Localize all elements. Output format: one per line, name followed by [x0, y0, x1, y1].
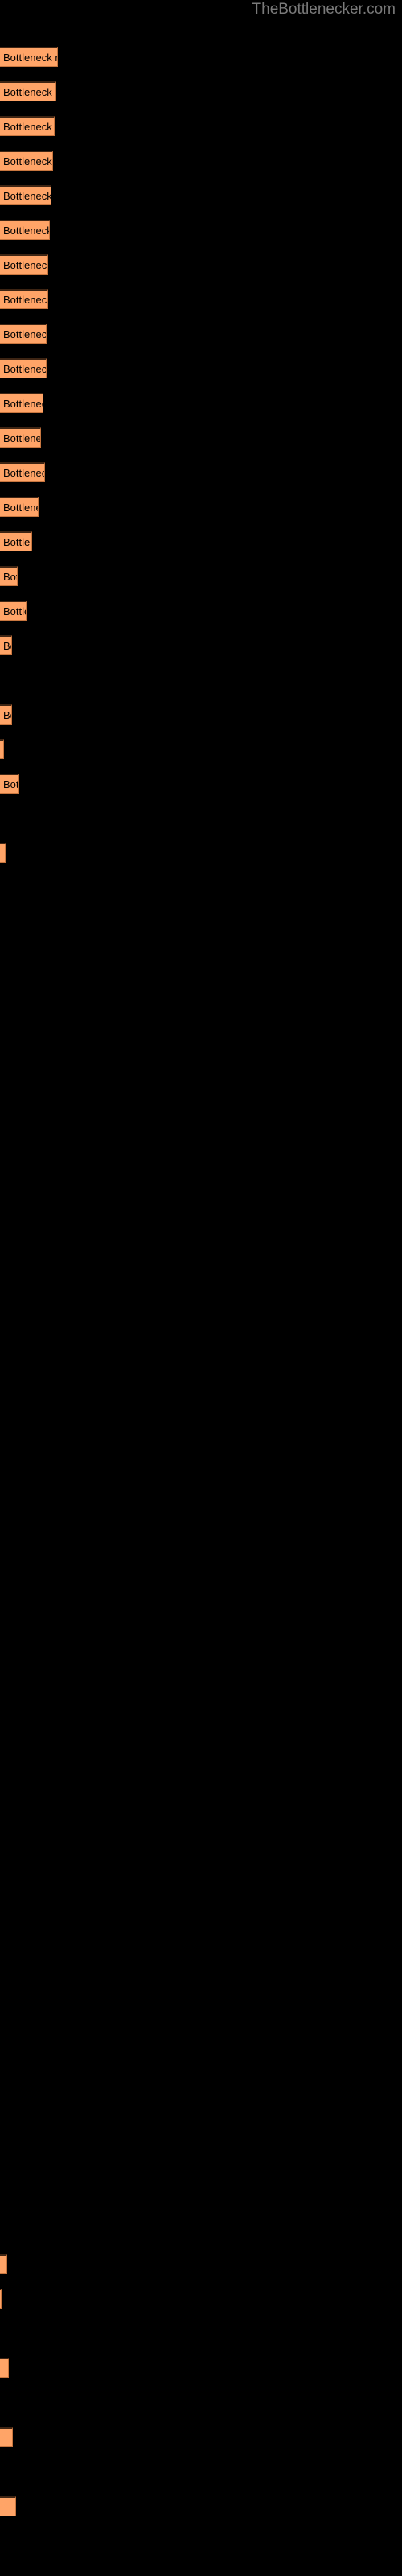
bar [0, 843, 6, 863]
bar [0, 2427, 13, 2447]
bar-label: Bottleneck resu [3, 294, 48, 306]
bar-row: Bottleneck resu [0, 358, 402, 378]
bar-row: Bott [0, 566, 402, 586]
bar-label: Bottleneck resu [3, 328, 47, 341]
bar: Bottleneck result [0, 47, 58, 67]
bar: Bottleneck resul [0, 185, 51, 205]
bar: Bo [0, 635, 12, 655]
bar: Bottleneck resu [0, 254, 48, 275]
bar: Bottleneck re [0, 427, 41, 448]
bar-row: Bo [0, 704, 402, 724]
bar-row: Bottleneck resu [0, 289, 402, 309]
bar: Bottlene [0, 601, 27, 621]
bar-chart: TheBottlenecker.com Bottleneck result Bot… [0, 0, 402, 2576]
bar-label: Bo [3, 640, 11, 652]
bar-row: Bottleneck [0, 531, 402, 551]
bar-row: Bo [0, 635, 402, 655]
bar-label: Bottleneck resul [3, 121, 54, 133]
bar: Bott [0, 566, 18, 586]
bar-row: Bott [0, 774, 402, 794]
bar-label: Bottleneck resu [3, 225, 50, 237]
bar-row: Bottleneck re [0, 497, 402, 517]
bar [0, 739, 4, 759]
bar: Bottleneck resu [0, 289, 48, 309]
bar-row: Bottlene [0, 601, 402, 621]
bar-label: Bottleneck res [3, 467, 44, 479]
bar-label: Bottleneck result [3, 52, 57, 64]
bar-label: Bottleneck [3, 536, 31, 548]
bar-row: Bottleneck resu [0, 324, 402, 344]
bar-label: Bott [3, 571, 17, 583]
bar: Bottleneck result [0, 81, 56, 101]
bar [0, 2289, 2, 2309]
bar [0, 2254, 7, 2274]
bar: Bott [0, 774, 19, 794]
bar-row: Bottleneck resu [0, 254, 402, 275]
bar: Bottleneck resu [0, 151, 53, 171]
bar: Bottleneck resul [0, 116, 55, 136]
bar: Bottleneck resu [0, 220, 50, 240]
bar-row: Bottleneck re [0, 427, 402, 448]
bar-row [0, 739, 402, 759]
bar-row: Bottleneck result [0, 81, 402, 101]
bar: Bottleneck res [0, 393, 43, 413]
bar: Bottleneck res [0, 462, 45, 482]
bar-row [0, 2496, 402, 2516]
bar-label: Bottleneck resul [3, 190, 51, 202]
bar-label: Bottleneck res [3, 398, 43, 410]
bar-row [0, 2289, 402, 2309]
bar-label: Bottleneck result [3, 86, 55, 98]
bar: Bottleneck resu [0, 358, 47, 378]
bar-label: Bottleneck re [3, 432, 41, 444]
bar: Bottleneck [0, 531, 32, 551]
bar-label: Bottleneck resu [3, 259, 48, 271]
bar [0, 2358, 9, 2378]
bar-row: Bottleneck resul [0, 185, 402, 205]
bar-label: Bottleneck re [3, 502, 38, 514]
bar-label: Bottleneck resu [3, 363, 47, 375]
bar-label: Bottleneck resu [3, 155, 52, 167]
bar-label: Bottlene [3, 605, 26, 617]
bar-row [0, 2427, 402, 2447]
bar-row: Bottleneck resu [0, 220, 402, 240]
site-watermark: TheBottlenecker.com [252, 1, 396, 18]
bar-row [0, 2254, 402, 2274]
bar-label: Bott [3, 778, 19, 791]
bar-row: Bottleneck res [0, 393, 402, 413]
bar [0, 2496, 16, 2516]
bar-row [0, 843, 402, 863]
bar-row [0, 2358, 402, 2378]
bar: Bottleneck re [0, 497, 39, 517]
bar-row: Bottleneck res [0, 462, 402, 482]
bar-label: Bo [3, 709, 11, 721]
bar-row: Bottleneck resu [0, 151, 402, 171]
bar-row: Bottleneck resul [0, 116, 402, 136]
bar: Bottleneck resu [0, 324, 47, 344]
bar: Bo [0, 704, 12, 724]
bar-row: Bottleneck result [0, 47, 402, 67]
